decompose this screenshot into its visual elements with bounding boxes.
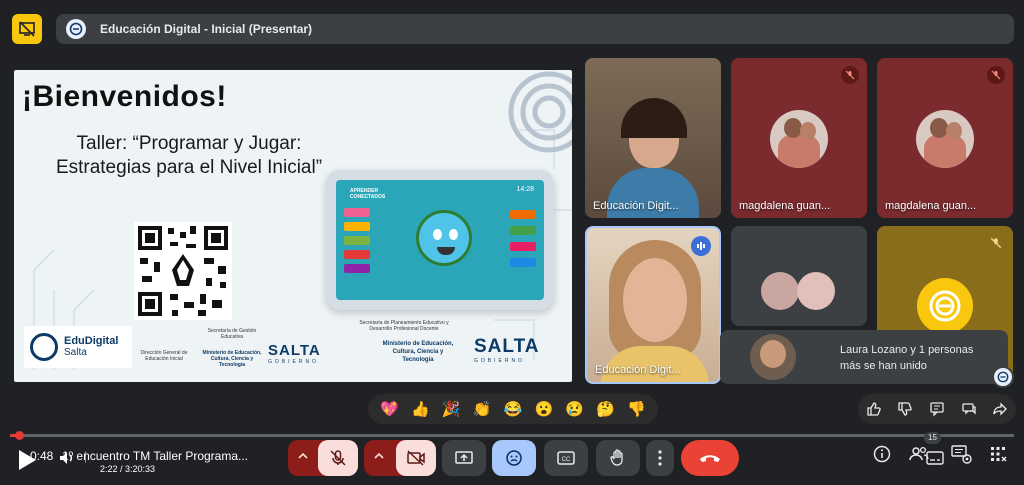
mic-toggle-button[interactable] bbox=[318, 440, 358, 476]
more-vert-icon bbox=[658, 450, 662, 466]
mic-off-icon bbox=[987, 234, 1005, 252]
participant-tile[interactable]: magdalena guan... bbox=[731, 58, 867, 218]
camera-options-chevron-icon[interactable] bbox=[372, 449, 386, 468]
reaction-party-icon[interactable]: 🎉 bbox=[442, 400, 461, 418]
chat-settings-icon[interactable] bbox=[950, 444, 974, 466]
footer-right-top-text: Secretaría de Planeamiento Educativo y D… bbox=[359, 320, 449, 332]
raise-hand-button[interactable] bbox=[596, 440, 640, 476]
reactions-button[interactable] bbox=[492, 440, 536, 476]
camera-control-group bbox=[364, 440, 436, 476]
info-icon[interactable] bbox=[872, 444, 892, 464]
time-prefix: 0:48 bbox=[30, 449, 54, 463]
like-icon[interactable] bbox=[866, 401, 882, 417]
activities-grid-icon[interactable] bbox=[988, 444, 1008, 464]
video-time: 2:22 / 3:20:33 bbox=[100, 464, 156, 474]
meeting-logo-icon bbox=[66, 19, 86, 39]
reaction-surprised-icon[interactable]: 😮 bbox=[534, 400, 553, 418]
qr-code bbox=[134, 222, 232, 320]
video-progress-bar[interactable] bbox=[10, 431, 1014, 440]
brand-sub: Salta bbox=[64, 347, 87, 358]
participant-name: magdalena guan... bbox=[885, 200, 977, 212]
mic-control-group bbox=[288, 440, 358, 476]
meet-window: Educación Digital - Inicial (Presentar) … bbox=[0, 0, 1024, 485]
camera-toggle-button[interactable] bbox=[396, 440, 436, 476]
salta-logo-right: SALTA GOBIERNO bbox=[474, 336, 540, 364]
presentation-slide: ¡Bienvenidos! Taller: “Programar y Jugar… bbox=[14, 70, 572, 382]
participant-name: Educación Digit... bbox=[595, 364, 681, 376]
edudigital-logo: EduDigital Salta bbox=[24, 326, 132, 368]
participant-tile[interactable]: magdalena guan... bbox=[877, 58, 1013, 218]
video-tools bbox=[858, 394, 1016, 424]
camera-off-icon bbox=[407, 450, 425, 466]
brand-name: EduDigital bbox=[64, 335, 119, 347]
top-bar: Educación Digital - Inicial (Presentar) bbox=[0, 0, 1024, 56]
reaction-thumbs-up-icon[interactable]: 👍 bbox=[411, 400, 430, 418]
participant-face bbox=[623, 258, 687, 342]
mic-off-icon bbox=[841, 66, 859, 84]
join-notification[interactable]: Laura Lozano y 1 personas más se han uni… bbox=[720, 330, 1014, 388]
ministry-text-right: Ministerio de Educación, Cultura, Cienci… bbox=[382, 341, 454, 363]
avatar bbox=[916, 110, 974, 168]
gobierno-word-right: GOBIERNO bbox=[474, 358, 525, 364]
salta-logo-left: SALTA GOBIERNO bbox=[268, 342, 321, 365]
participant-group-tile[interactable] bbox=[731, 226, 867, 326]
reaction-laugh-icon[interactable]: 😂 bbox=[504, 400, 523, 418]
edudigital-logo-icon bbox=[30, 333, 58, 361]
present-screen-icon bbox=[455, 451, 473, 464]
mic-off-icon bbox=[987, 66, 1005, 84]
control-bar: 0:48 | 1º encuentro TM Taller Programa..… bbox=[0, 438, 1024, 485]
mic-options-chevron-icon[interactable] bbox=[296, 449, 310, 468]
reaction-sad-icon[interactable]: 😢 bbox=[565, 400, 584, 418]
notification-text-line2: más se han unido bbox=[840, 360, 927, 372]
captions-button[interactable]: CC bbox=[544, 440, 588, 476]
reaction-thinking-icon[interactable]: 🤔 bbox=[596, 400, 615, 418]
leave-call-button[interactable] bbox=[681, 440, 739, 476]
end-call-icon bbox=[700, 455, 720, 462]
stop-presenting-icon[interactable] bbox=[12, 14, 42, 44]
meeting-title: Educación Digital - Inicial (Presentar) bbox=[100, 22, 313, 36]
tablet-label: APRENDER CONECTADOS bbox=[350, 188, 386, 200]
globe-character bbox=[416, 210, 472, 266]
dislike-icon[interactable] bbox=[897, 401, 913, 417]
salta-word-right: SALTA bbox=[474, 336, 540, 357]
reaction-clap-icon[interactable]: 👏 bbox=[473, 400, 492, 418]
comment-icon[interactable] bbox=[929, 401, 945, 417]
slide-heading: ¡Bienvenidos! bbox=[22, 80, 227, 113]
participant-tile[interactable]: Educación Digit... bbox=[585, 58, 721, 218]
participant-tile-speaking[interactable]: Educación Digit... bbox=[585, 226, 721, 384]
notification-text-line1: Laura Lozano y 1 personas bbox=[840, 344, 974, 356]
mic-off-icon bbox=[330, 450, 346, 466]
avatar bbox=[750, 334, 796, 380]
share-icon[interactable] bbox=[992, 401, 1008, 417]
captions-icon: CC bbox=[557, 451, 575, 465]
chat-icon[interactable] bbox=[961, 401, 977, 417]
emoji-icon bbox=[506, 450, 522, 466]
participant-name: Educación Digit... bbox=[593, 200, 679, 212]
reactions-bar: 💖 👍 🎉 👏 😂 😮 😢 🤔 👎 bbox=[368, 394, 658, 424]
participant-name: magdalena guan... bbox=[739, 200, 831, 212]
subtitles-icon[interactable] bbox=[926, 450, 944, 466]
meeting-logo-icon bbox=[992, 366, 1014, 388]
reaction-heart-icon[interactable]: 💖 bbox=[380, 400, 399, 418]
slide-subtitle: Taller: “Programar y Jugar: Estrategias … bbox=[55, 133, 323, 178]
ministry-text-left: Ministerio de Educación, Cultura, Cienci… bbox=[202, 350, 262, 368]
episode-title: 1º encuentro TM Taller Programa... bbox=[62, 449, 249, 463]
edudigital-avatar-icon bbox=[917, 278, 973, 334]
speaking-indicator-icon bbox=[691, 236, 711, 256]
footer-mid-text: Secretaría de Gestión Educativa bbox=[207, 328, 257, 340]
gobierno-word-left: GOBIERNO bbox=[268, 359, 319, 365]
salta-word-left: SALTA bbox=[268, 342, 321, 359]
more-options-button[interactable] bbox=[646, 440, 674, 476]
reaction-thumbs-down-icon[interactable]: 👎 bbox=[627, 400, 646, 418]
present-button[interactable] bbox=[442, 440, 486, 476]
avatar bbox=[761, 272, 799, 310]
avatar bbox=[770, 110, 828, 168]
svg-text:CC: CC bbox=[562, 457, 571, 463]
raise-hand-icon bbox=[610, 449, 623, 466]
avatar bbox=[797, 272, 835, 310]
meeting-title-bar: Educación Digital - Inicial (Presentar) bbox=[56, 14, 1014, 44]
footer-left-text: Dirección General de Educación Inicial bbox=[140, 350, 188, 362]
tablet-time: 14:28 bbox=[516, 186, 534, 193]
tablet-illustration: APRENDER CONECTADOS 14:28 bbox=[326, 170, 554, 310]
